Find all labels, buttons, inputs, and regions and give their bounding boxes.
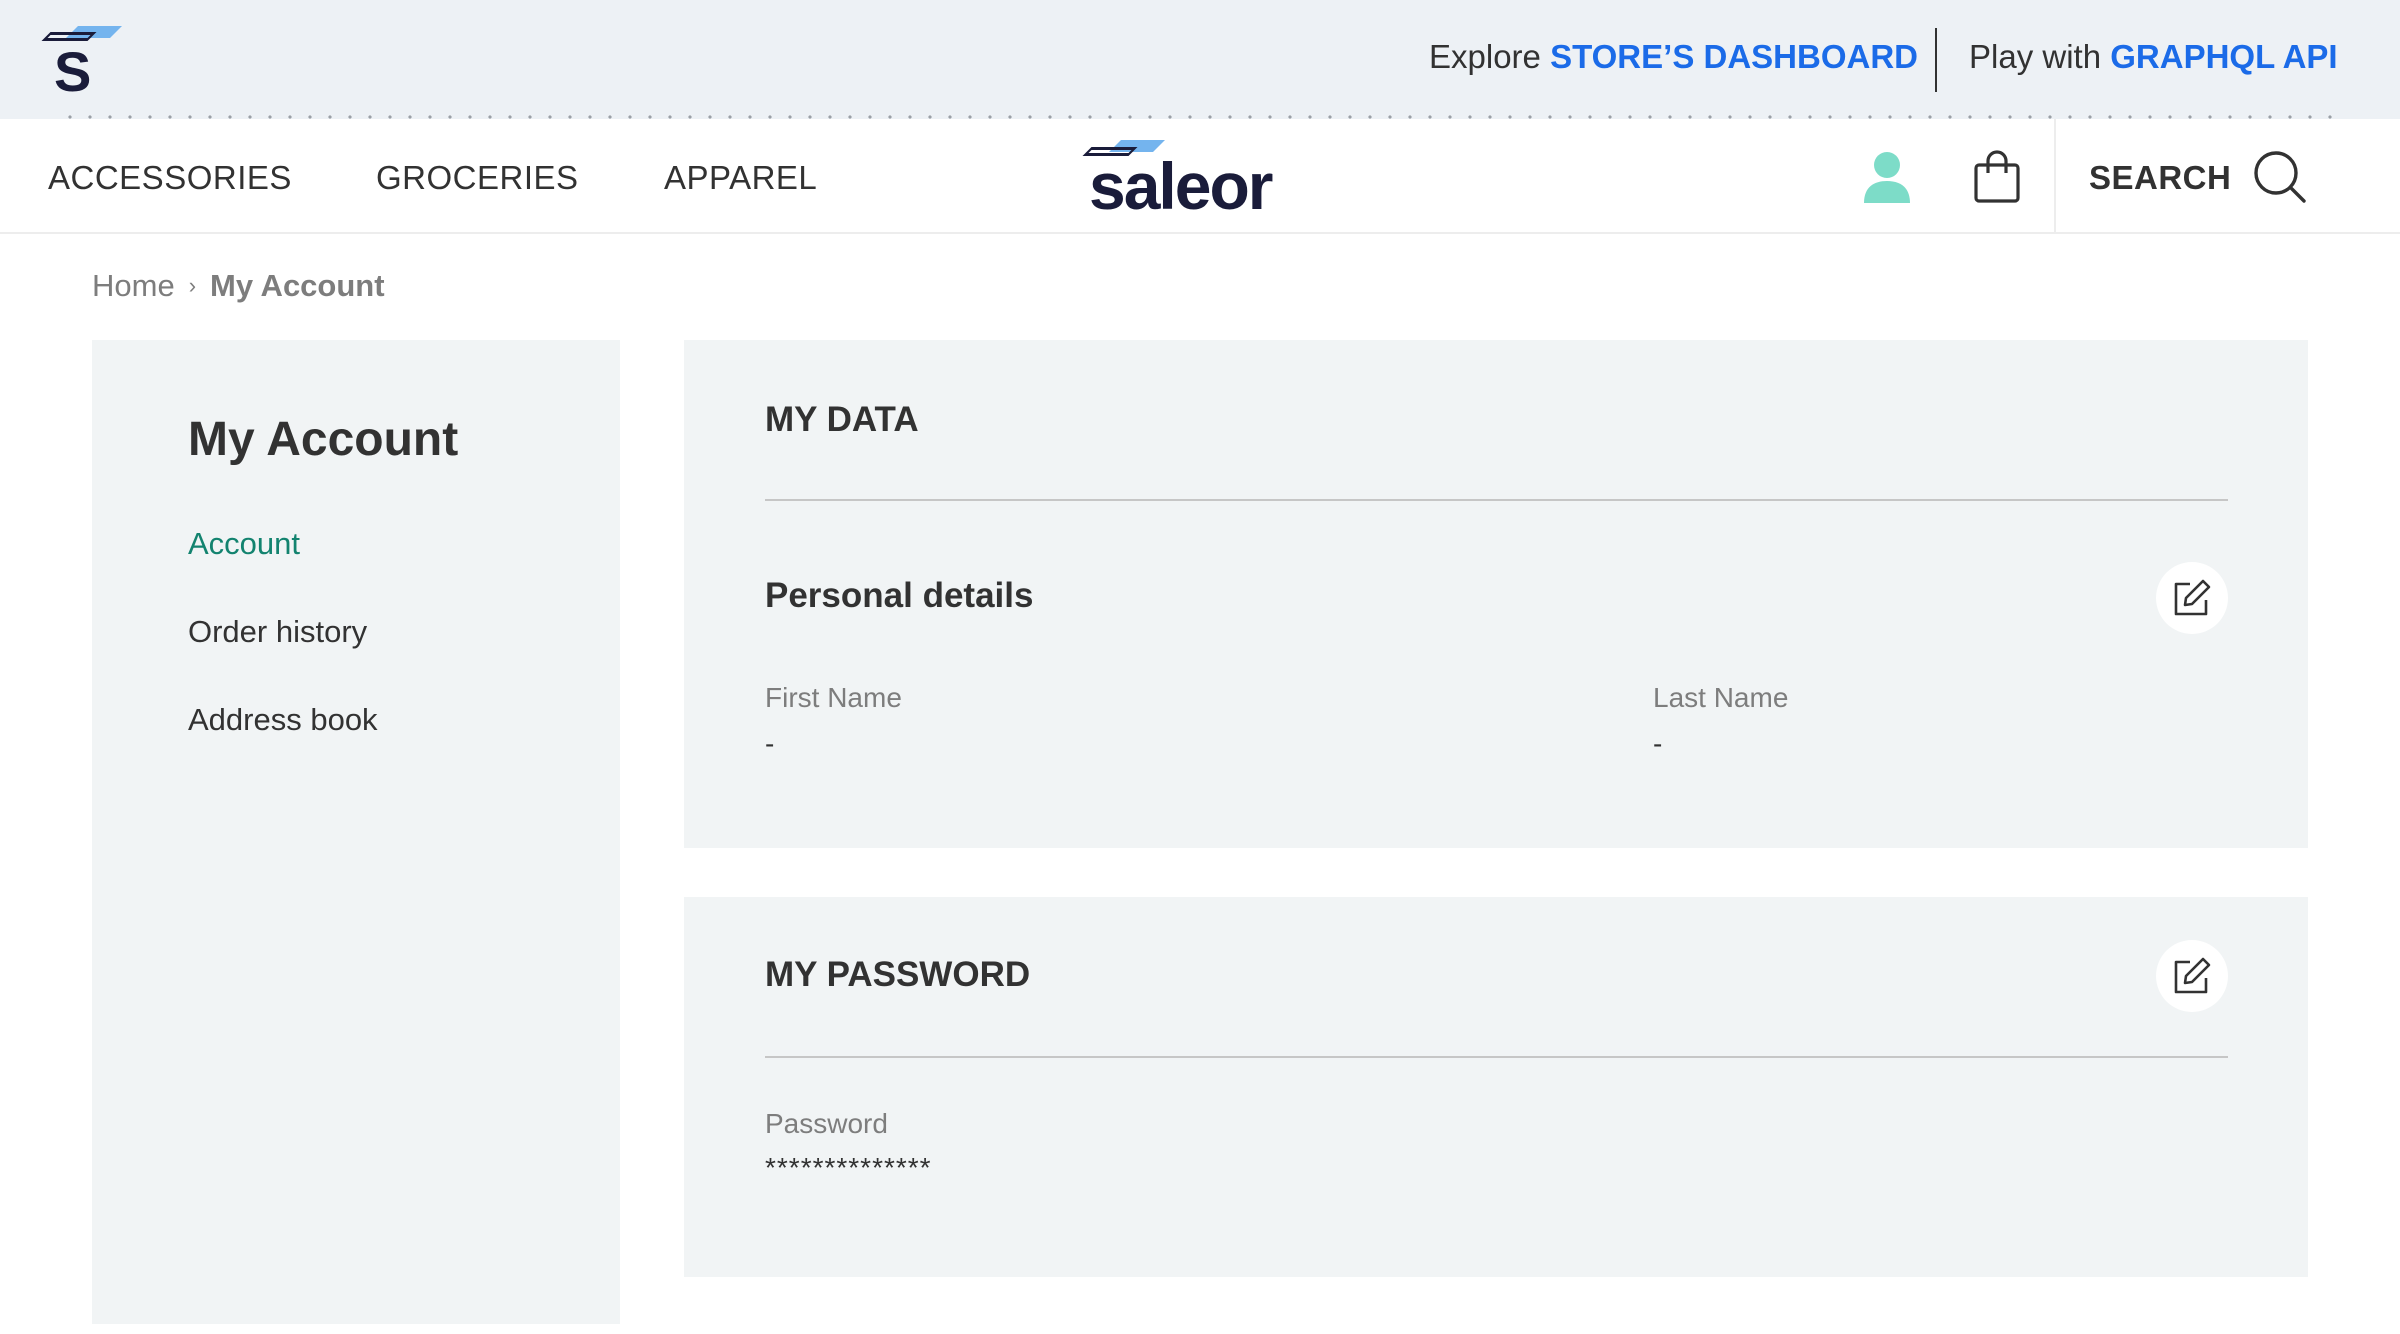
graphql-api-link[interactable]: GRAPHQL API xyxy=(2110,38,2337,75)
graphql-promo-prefix: Play with xyxy=(1969,38,2102,75)
personal-details-heading: Personal details xyxy=(765,576,1034,615)
nav-item-groceries[interactable]: GROCERIES xyxy=(376,159,579,197)
main-navigation: ACCESSORIES GROCERIES APPAREL saleor SEA… xyxy=(0,119,2400,234)
my-password-heading: MY PASSWORD xyxy=(765,955,1031,994)
sidebar-item-account[interactable]: Account xyxy=(188,526,300,562)
my-password-card: MY PASSWORD Password ************** xyxy=(684,897,2308,1277)
edit-personal-details-button[interactable] xyxy=(2156,562,2228,634)
nav-divider xyxy=(2054,119,2056,234)
last-name-value: - xyxy=(1653,728,1663,759)
saleor-s-logo[interactable]: S xyxy=(40,22,122,100)
breadcrumb-separator: › xyxy=(188,273,197,298)
sidebar-item-order-history[interactable]: Order history xyxy=(188,614,367,650)
breadcrumb-home[interactable]: Home xyxy=(92,268,175,303)
card-divider xyxy=(765,499,2228,501)
sidebar-title: My Account xyxy=(188,413,459,466)
first-name-value: - xyxy=(765,728,775,759)
edit-icon xyxy=(2174,957,2211,994)
last-name-label: Last Name xyxy=(1653,682,1789,713)
promo-divider xyxy=(1935,28,1937,92)
breadcrumb-current: My Account xyxy=(210,268,385,303)
search-icon[interactable] xyxy=(2252,149,2308,205)
nav-item-accessories[interactable]: ACCESSORIES xyxy=(48,159,292,197)
graphql-promo: Play with GRAPHQL API xyxy=(1969,38,2338,76)
sidebar-item-address-book[interactable]: Address book xyxy=(188,702,378,738)
my-data-card: MY DATA Personal details First Name - La… xyxy=(684,340,2308,848)
breadcrumb: Home › My Account xyxy=(92,268,385,304)
store-dashboard-link[interactable]: STORE’S DASHBOARD xyxy=(1550,38,1918,75)
dashboard-promo-prefix: Explore xyxy=(1429,38,1541,75)
logo-letter: S xyxy=(54,40,92,103)
user-icon[interactable] xyxy=(1862,149,1912,205)
saleor-brand-logo[interactable]: saleor xyxy=(1075,131,1273,227)
edit-password-button[interactable] xyxy=(2156,940,2228,1012)
account-sidebar: My Account Account Order history Address… xyxy=(92,340,620,1324)
card-divider xyxy=(765,1056,2228,1058)
first-name-label: First Name xyxy=(765,682,902,713)
password-label: Password xyxy=(765,1108,888,1139)
my-data-heading: MY DATA xyxy=(765,400,919,439)
brand-wordmark: saleor xyxy=(1089,149,1273,223)
edit-icon xyxy=(2174,579,2211,616)
password-value: ************** xyxy=(765,1152,932,1183)
shopping-bag-icon[interactable] xyxy=(1972,149,2022,205)
dashboard-promo: Explore STORE’S DASHBOARD xyxy=(1429,38,1918,76)
search-label[interactable]: SEARCH xyxy=(2089,159,2231,197)
nav-item-apparel[interactable]: APPAREL xyxy=(664,159,817,197)
top-info-bar: S Explore STORE’S DASHBOARD Play with GR… xyxy=(0,0,2400,119)
